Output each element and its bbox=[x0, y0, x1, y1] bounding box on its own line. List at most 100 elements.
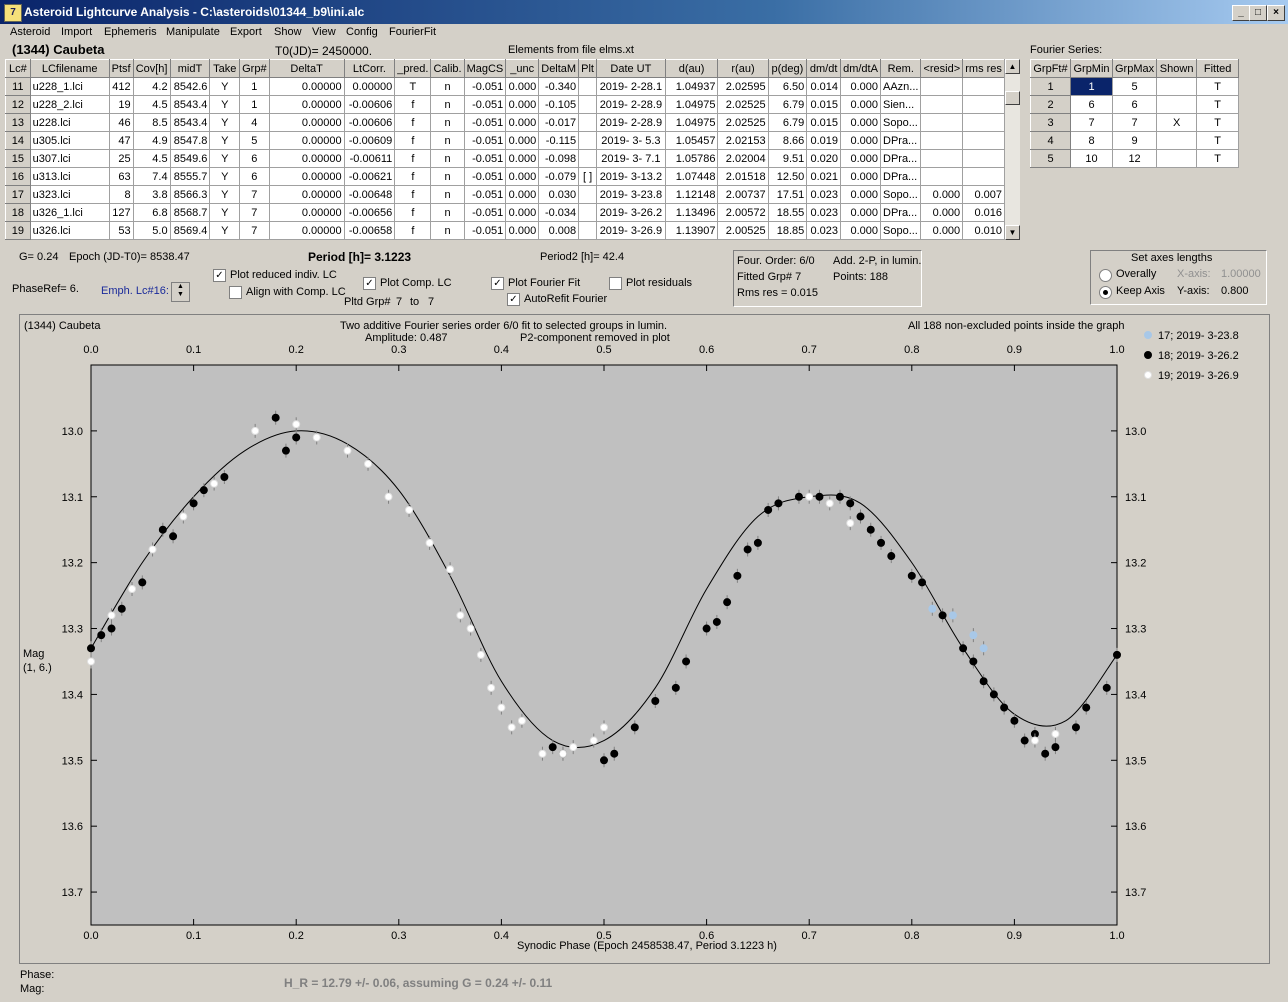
table-cell[interactable]: 2.00525 bbox=[717, 221, 769, 240]
column-header[interactable]: d(au) bbox=[664, 59, 719, 78]
table-cell[interactable]: 18.85 bbox=[767, 221, 808, 240]
table-cell[interactable]: 0.00000 bbox=[268, 167, 345, 186]
table-cell[interactable]: 6.79 bbox=[767, 95, 808, 114]
table-cell[interactable]: 2.02153 bbox=[717, 131, 769, 150]
table-cell[interactable]: [ ] bbox=[578, 167, 597, 186]
overally-radio[interactable] bbox=[1099, 269, 1112, 282]
table-cell[interactable]: f bbox=[394, 131, 432, 150]
table-cell[interactable]: 0.000 bbox=[840, 131, 881, 150]
fs-cell[interactable] bbox=[1156, 95, 1198, 114]
table-cell[interactable]: 0.030 bbox=[538, 185, 580, 204]
table-cell[interactable]: 4 bbox=[239, 113, 270, 132]
fs-cell[interactable]: 7 bbox=[1111, 113, 1158, 132]
table-cell[interactable]: -0.00621 bbox=[343, 167, 396, 186]
table-cell[interactable]: u307.lci bbox=[29, 149, 110, 168]
table-cell[interactable]: 6 bbox=[239, 149, 270, 168]
fs-row[interactable]: 115T bbox=[1030, 77, 1240, 96]
table-cell[interactable]: 0.000 bbox=[505, 95, 540, 114]
table-cell[interactable]: 12.50 bbox=[767, 167, 808, 186]
table-cell[interactable]: 12 bbox=[5, 95, 31, 114]
menu-import[interactable]: Import bbox=[61, 26, 92, 38]
table-cell[interactable]: 2.00572 bbox=[717, 203, 769, 222]
plot-canvas[interactable]: 0.00.00.10.10.20.20.30.30.40.40.50.50.60… bbox=[20, 315, 1269, 963]
table-cell[interactable] bbox=[920, 77, 964, 96]
table-cell[interactable]: -0.00606 bbox=[343, 95, 396, 114]
table-cell[interactable]: f bbox=[394, 149, 432, 168]
fs-row[interactable]: 489 T bbox=[1030, 131, 1240, 150]
fs-cell[interactable]: T bbox=[1196, 113, 1240, 132]
table-cell[interactable]: 1.04937 bbox=[664, 77, 719, 96]
fs-cell[interactable]: 1 bbox=[1030, 77, 1071, 96]
table-cell[interactable] bbox=[578, 149, 597, 168]
fs-cell[interactable] bbox=[1156, 131, 1198, 150]
table-cell[interactable]: -0.051 bbox=[463, 203, 507, 222]
table-cell[interactable]: n bbox=[430, 77, 465, 96]
column-header[interactable]: <resid> bbox=[920, 59, 964, 78]
table-row[interactable]: 16 u313.lci 63 7.4 8555.7 Y 6 0.00000 -0.00621 f n… bbox=[5, 167, 1005, 186]
table-cell[interactable]: 2019- 2-28.9 bbox=[596, 95, 666, 114]
table-cell[interactable]: 2019- 3-13.2 bbox=[596, 167, 666, 186]
table-cell[interactable]: 0.000 bbox=[840, 77, 881, 96]
table-cell[interactable]: 2019- 3-26.9 bbox=[596, 221, 666, 240]
table-cell[interactable]: n bbox=[430, 185, 465, 204]
table-cell[interactable]: 1.07448 bbox=[664, 167, 719, 186]
table-cell[interactable]: n bbox=[430, 149, 465, 168]
table-cell[interactable]: 2.00737 bbox=[717, 185, 769, 204]
fs-cell[interactable]: T bbox=[1196, 131, 1240, 150]
column-header[interactable]: Plt bbox=[578, 59, 597, 78]
fs-column-header[interactable]: Shown bbox=[1156, 59, 1198, 78]
align-comp-checkbox[interactable] bbox=[229, 286, 242, 299]
table-cell[interactable]: n bbox=[430, 203, 465, 222]
column-header[interactable]: midT bbox=[169, 59, 211, 78]
table-cell[interactable]: -0.051 bbox=[463, 221, 507, 240]
table-cell[interactable]: 1.13496 bbox=[664, 203, 719, 222]
column-header[interactable]: dm/dtA bbox=[840, 59, 881, 78]
keep-axis-radio[interactable] bbox=[1099, 286, 1112, 299]
table-cell[interactable]: 9.51 bbox=[767, 149, 808, 168]
column-header[interactable]: Calib. bbox=[430, 59, 465, 78]
table-cell[interactable]: -0.051 bbox=[463, 77, 507, 96]
fs-cell[interactable]: 7 bbox=[1070, 113, 1113, 132]
table-cell[interactable]: 2.02525 bbox=[717, 95, 769, 114]
table-cell[interactable]: n bbox=[430, 167, 465, 186]
fs-column-header[interactable]: Fitted bbox=[1196, 59, 1240, 78]
table-cell[interactable]: 4.9 bbox=[132, 131, 171, 150]
table-cell[interactable]: 13 bbox=[5, 113, 31, 132]
table-cell[interactable]: 16 bbox=[5, 167, 31, 186]
table-cell[interactable]: 4.2 bbox=[132, 77, 171, 96]
table-cell[interactable]: 8555.7 bbox=[169, 167, 211, 186]
table-cell[interactable]: 127 bbox=[108, 203, 134, 222]
table-cell[interactable]: 2019- 2-28.9 bbox=[596, 113, 666, 132]
table-cell[interactable] bbox=[578, 221, 597, 240]
column-header[interactable]: r(au) bbox=[717, 59, 769, 78]
table-cell[interactable]: -0.051 bbox=[463, 113, 507, 132]
table-cell[interactable]: Sopo... bbox=[879, 185, 922, 204]
table-row[interactable]: 13 u228.lci 46 8.5 8543.4 Y 4 0.00000 -0.00606 f n… bbox=[5, 113, 1005, 132]
column-header[interactable]: _pred. bbox=[394, 59, 432, 78]
table-cell[interactable]: 6.50 bbox=[767, 77, 808, 96]
table-cell[interactable]: 1 bbox=[239, 77, 270, 96]
table-cell[interactable]: 0.000 bbox=[840, 113, 881, 132]
fs-cell[interactable]: X bbox=[1156, 113, 1198, 132]
column-header[interactable]: DeltaT bbox=[268, 59, 345, 78]
table-cell[interactable]: 8543.4 bbox=[169, 95, 211, 114]
table-cell[interactable]: 0.000 bbox=[505, 131, 540, 150]
table-cell[interactable]: -0.00609 bbox=[343, 131, 396, 150]
table-cell[interactable]: 0.000 bbox=[840, 167, 881, 186]
table-cell[interactable]: 0.000 bbox=[505, 185, 540, 204]
menu-show[interactable]: Show bbox=[274, 26, 302, 38]
table-cell[interactable]: Y bbox=[209, 203, 241, 222]
table-cell[interactable]: n bbox=[430, 131, 465, 150]
table-row[interactable]: 17 u323.lci 8 3.8 8566.3 Y 7 0.00000 -0.00648 f n -… bbox=[5, 185, 1005, 204]
table-cell[interactable]: 2.02595 bbox=[717, 77, 769, 96]
column-header[interactable]: MagCS bbox=[463, 59, 507, 78]
table-cell[interactable]: -0.051 bbox=[463, 149, 507, 168]
menu-view[interactable]: View bbox=[312, 26, 336, 38]
yaxis-value[interactable]: 0.800 bbox=[1221, 285, 1249, 297]
fs-cell[interactable]: 5 bbox=[1111, 77, 1158, 96]
table-cell[interactable]: 0.015 bbox=[806, 95, 842, 114]
plot-reduced-checkbox[interactable]: ✓ bbox=[213, 269, 226, 282]
table-cell[interactable]: 1.13907 bbox=[664, 221, 719, 240]
table-cell[interactable]: 0.016 bbox=[962, 203, 1005, 222]
column-header[interactable]: _unc bbox=[505, 59, 540, 78]
